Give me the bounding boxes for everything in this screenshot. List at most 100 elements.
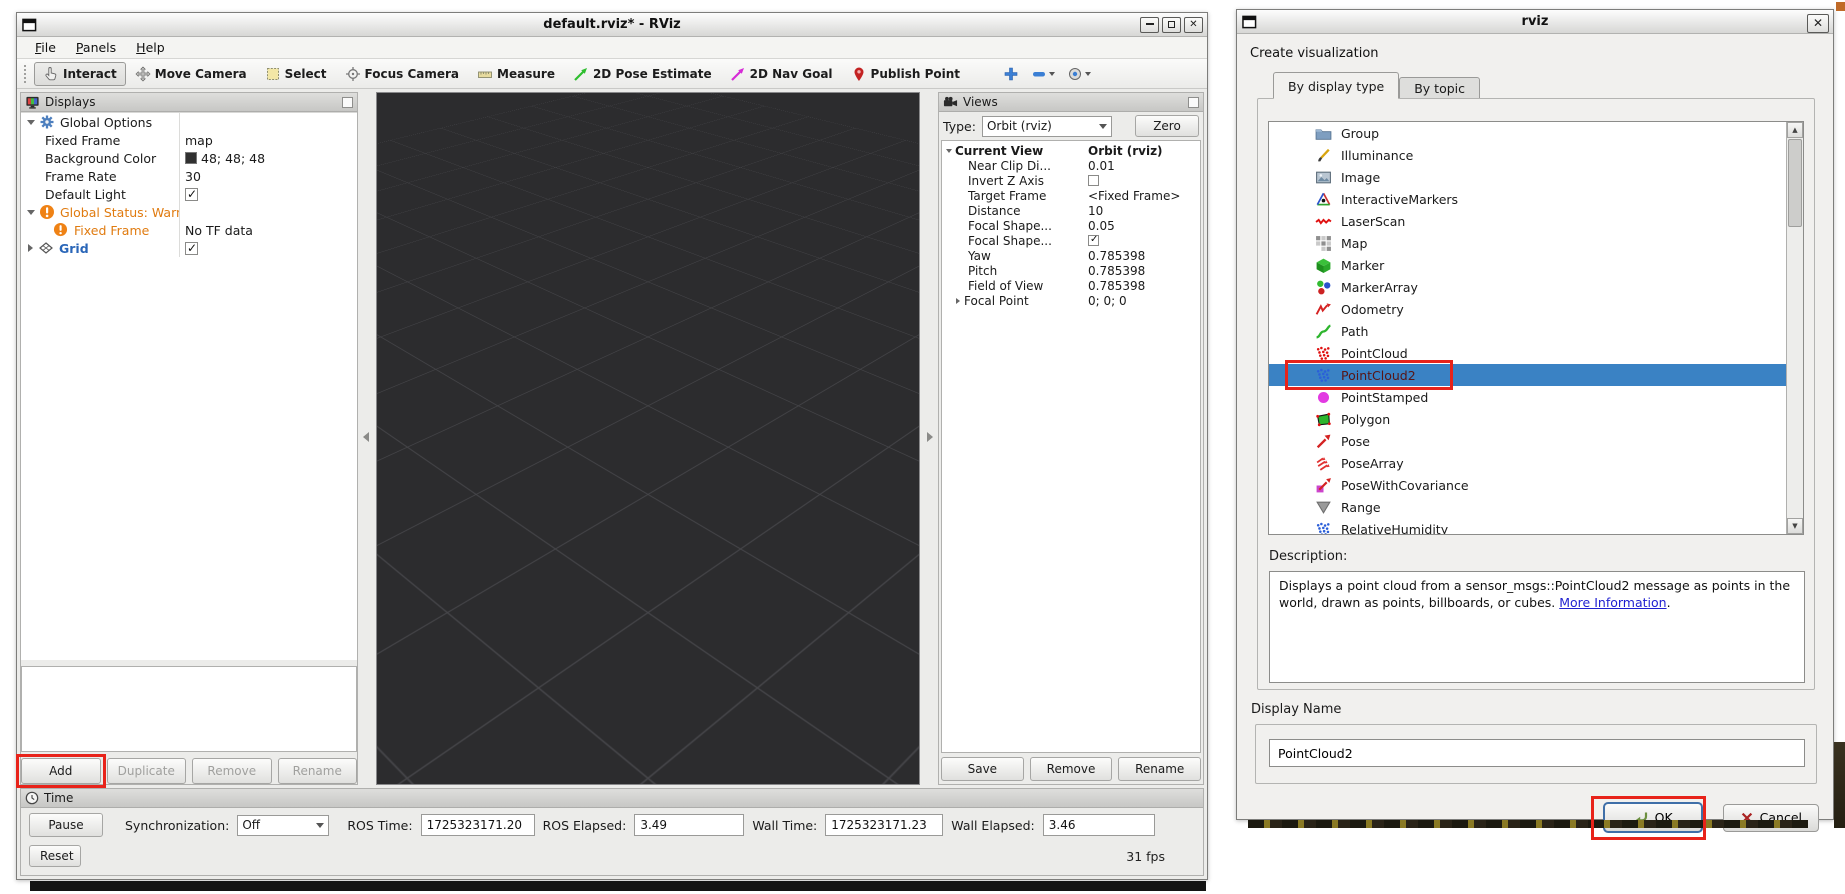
list-item-group[interactable]: Group	[1269, 122, 1786, 144]
collapse-left-icon[interactable]	[363, 432, 369, 442]
scroll-up-icon[interactable]: ▲	[1787, 122, 1803, 138]
duplicate-button[interactable]: Duplicate	[107, 758, 187, 784]
maximize-icon[interactable]	[1162, 17, 1181, 33]
collapse-right-icon[interactable]	[927, 432, 933, 442]
expander-right-icon[interactable]	[28, 244, 33, 252]
tool-properties-icon[interactable]	[1067, 66, 1091, 82]
checkbox-checked[interactable]	[185, 188, 198, 201]
list-item-pointcloud[interactable]: PointCloud	[1269, 342, 1786, 364]
close-icon[interactable]: ✕	[1184, 17, 1203, 33]
pause-button[interactable]: Pause	[29, 813, 103, 837]
views-rename-button[interactable]: Rename	[1118, 757, 1201, 781]
view-row-focal-point[interactable]: Focal Point 0; 0; 0	[942, 293, 1200, 308]
save-button[interactable]: Save	[941, 757, 1024, 781]
list-item-polygon[interactable]: Polygon	[1269, 408, 1786, 430]
list-item-pose[interactable]: Pose	[1269, 430, 1786, 452]
list-item-interactivemarkers[interactable]: InteractiveMarkers	[1269, 188, 1786, 210]
list-item-relativehumidity[interactable]: RelativeHumidity	[1269, 518, 1786, 535]
tree-row-default-light[interactable]: Default Light	[21, 185, 357, 203]
checkbox-unchecked[interactable]	[1088, 175, 1099, 186]
tree-row-background-color[interactable]: Background Color 48; 48; 48	[21, 149, 357, 167]
ok-button[interactable]: OK	[1603, 802, 1703, 833]
zero-button[interactable]: Zero	[1135, 115, 1199, 137]
reset-button[interactable]: Reset	[29, 845, 81, 867]
views-remove-button[interactable]: Remove	[1030, 757, 1113, 781]
wall-time-input[interactable]	[825, 814, 943, 836]
expander-down-icon[interactable]	[27, 210, 35, 215]
displays-panel-header[interactable]: Displays	[21, 93, 357, 112]
tool-2d-nav-goal[interactable]: 2D Nav Goal	[721, 62, 842, 86]
list-item-odometry[interactable]: Odometry	[1269, 298, 1786, 320]
more-information-link[interactable]: More Information	[1559, 595, 1666, 610]
tool-2d-pose-estimate[interactable]: 2D Pose Estimate	[564, 62, 721, 86]
expander-down-icon[interactable]	[946, 149, 952, 153]
view-row-field-of-view[interactable]: Field of View 0.785398	[942, 278, 1200, 293]
tool-select[interactable]: Select	[256, 62, 336, 86]
list-item-map[interactable]: Map	[1269, 232, 1786, 254]
list-item-image[interactable]: Image	[1269, 166, 1786, 188]
chevron-down-icon[interactable]	[1049, 72, 1055, 76]
remove-tool-minus-icon[interactable]	[1031, 66, 1055, 82]
tree-row-status-fixed-frame[interactable]: Fixed Frame No TF data	[21, 221, 357, 239]
views-panel-header[interactable]: Views	[939, 93, 1203, 112]
sync-select[interactable]: Off	[237, 815, 329, 836]
expander-down-icon[interactable]	[27, 120, 35, 125]
tree-row-frame-rate[interactable]: Frame Rate 30	[21, 167, 357, 185]
splitter-left[interactable]	[358, 92, 376, 785]
chevron-down-icon[interactable]	[1085, 72, 1091, 76]
add-tool-plus-icon[interactable]	[1003, 66, 1019, 82]
list-item-pointstamped[interactable]: PointStamped	[1269, 386, 1786, 408]
view-row-pitch[interactable]: Pitch 0.785398	[942, 263, 1200, 278]
wall-elapsed-input[interactable]	[1043, 814, 1155, 836]
3d-viewport[interactable]	[376, 92, 920, 785]
view-row-yaw[interactable]: Yaw 0.785398	[942, 248, 1200, 263]
view-row-near-clip[interactable]: Near Clip Di... 0.01	[942, 158, 1200, 173]
view-row-focal-shape-size[interactable]: Focal Shape... 0.05	[942, 218, 1200, 233]
scrollbar-thumb[interactable]	[1788, 139, 1802, 227]
color-swatch[interactable]	[185, 152, 197, 164]
list-item-pointcloud2-selected[interactable]: PointCloud2	[1269, 364, 1786, 386]
menu-file[interactable]: File	[27, 38, 64, 57]
remove-button[interactable]: Remove	[192, 758, 272, 784]
view-row-target-frame[interactable]: Target Frame <Fixed Frame>	[942, 188, 1200, 203]
checkbox-checked[interactable]	[185, 242, 198, 255]
tool-measure[interactable]: Measure	[468, 62, 564, 86]
list-item-marker[interactable]: Marker	[1269, 254, 1786, 276]
panel-float-icon[interactable]	[1188, 97, 1199, 108]
main-titlebar[interactable]: default.rviz* - RViz ✕	[17, 13, 1207, 37]
tool-publish-point[interactable]: Publish Point	[842, 62, 969, 86]
splitter-right[interactable]	[920, 92, 938, 785]
view-row-invert-z[interactable]: Invert Z Axis	[942, 173, 1200, 188]
tree-row-global-options[interactable]: Global Options	[21, 113, 357, 131]
tool-move-camera[interactable]: Move Camera	[126, 62, 256, 86]
view-row-distance[interactable]: Distance 10	[942, 203, 1200, 218]
fixed-frame-value[interactable]: map	[185, 133, 213, 148]
dialog-titlebar[interactable]: rviz ✕	[1237, 10, 1833, 34]
panel-float-icon[interactable]	[342, 97, 353, 108]
menu-help[interactable]: Help	[128, 38, 173, 57]
list-item-path[interactable]: Path	[1269, 320, 1786, 342]
tool-focus-camera[interactable]: Focus Camera	[336, 62, 469, 86]
view-type-select[interactable]: Orbit (rviz)	[982, 116, 1112, 137]
list-item-laserscan[interactable]: LaserScan	[1269, 210, 1786, 232]
tool-interact[interactable]: Interact	[34, 62, 126, 86]
tab-by-topic[interactable]: By topic	[1399, 77, 1480, 99]
display-type-list[interactable]: Group Illuminance Image InteractiveMarke…	[1268, 121, 1804, 535]
tree-row-fixed-frame[interactable]: Fixed Frame map	[21, 131, 357, 149]
ros-elapsed-input[interactable]	[634, 814, 744, 836]
list-item-range[interactable]: Range	[1269, 496, 1786, 518]
ros-time-input[interactable]	[421, 814, 535, 836]
close-icon[interactable]: ✕	[1807, 14, 1829, 33]
minimize-icon[interactable]	[1140, 17, 1159, 33]
view-row-focal-shape-fixed[interactable]: Focal Shape...	[942, 233, 1200, 248]
list-scrollbar[interactable]: ▲ ▼	[1786, 122, 1803, 534]
list-item-posearray[interactable]: PoseArray	[1269, 452, 1786, 474]
tree-row-global-status[interactable]: Global Status: Warn	[21, 203, 357, 221]
list-item-posewithcovariance[interactable]: PoseWithCovariance	[1269, 474, 1786, 496]
checkbox-checked[interactable]	[1088, 235, 1099, 246]
tab-by-display-type[interactable]: By display type	[1273, 72, 1399, 99]
display-name-input[interactable]	[1269, 739, 1805, 767]
view-row-current-view[interactable]: Current View Orbit (rviz)	[942, 143, 1200, 158]
list-item-illuminance[interactable]: Illuminance	[1269, 144, 1786, 166]
expander-right-icon[interactable]	[956, 298, 960, 304]
